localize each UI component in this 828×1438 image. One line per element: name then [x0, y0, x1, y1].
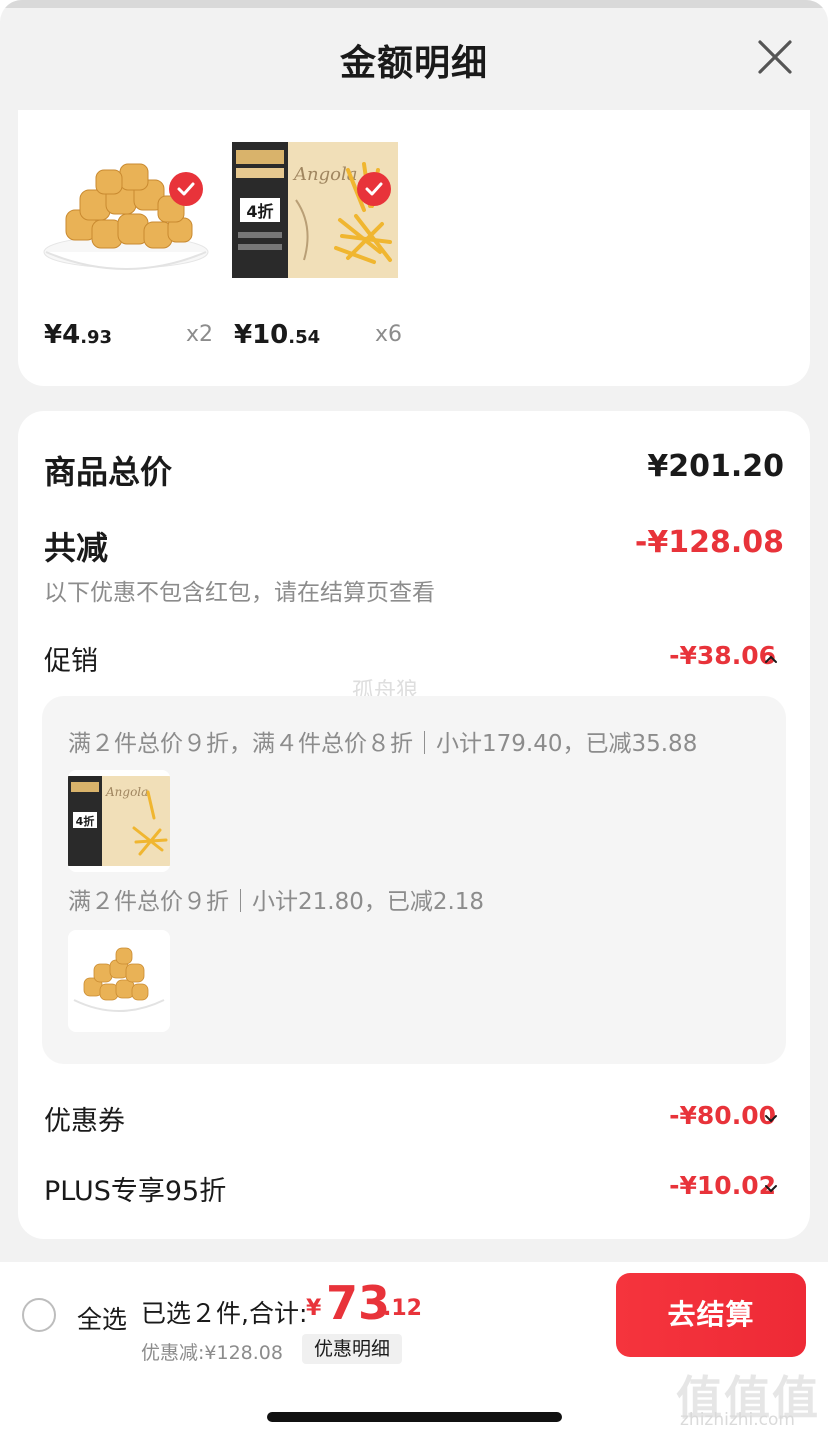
- svg-text:Angola: Angola: [292, 164, 357, 185]
- price-integer: ¥4: [44, 320, 81, 350]
- total-reduction-label: 共减: [44, 529, 109, 567]
- product-price: ¥4.93: [44, 320, 112, 350]
- svg-text:Angola: Angola: [105, 785, 148, 799]
- checkout-bar: 全选 已选２件,合计: ¥ 73 .12 优惠减:¥128.08 优惠明细 去结…: [0, 1262, 828, 1370]
- promotion-details-box: 满２件总价９折，满４件总价８折｜小计179.40，已减35.88 4折 Ango…: [42, 696, 786, 1064]
- promotion-thumb-fish-tofu[interactable]: [68, 930, 170, 1032]
- chevron-down-icon[interactable]: [762, 1179, 780, 1197]
- total-price-value: ¥201.20: [647, 449, 784, 484]
- amount-detail-sheet: 金额明细 ¥4.93 x2 4折 Angola ¥10.54 x6 商品总价 ¥…: [0, 0, 828, 1262]
- sum-currency: ¥: [306, 1296, 322, 1321]
- total-price-label: 商品总价: [44, 453, 173, 491]
- home-indicator-area: 值值值 zhizhizhi.com: [0, 1370, 828, 1438]
- promotion-value[interactable]: -¥38.06: [669, 641, 776, 670]
- product-quantity: x6: [375, 322, 403, 347]
- discount-detail-button[interactable]: 优惠明细: [302, 1334, 403, 1364]
- site-watermark-url: zhizhizhi.com: [680, 1410, 795, 1430]
- reduction-note: 以下优惠不包含红包，请在结算页查看: [44, 580, 435, 606]
- promotion-thumb-angola-fries[interactable]: 4折 Angola: [68, 770, 170, 872]
- home-indicator[interactable]: [267, 1412, 562, 1422]
- price-integer: ¥10: [234, 320, 289, 350]
- price-decimal: .93: [80, 327, 113, 348]
- promotion-label-text: 促销: [44, 646, 98, 677]
- chevron-up-icon[interactable]: [762, 651, 780, 669]
- selected-count-label: 已选２件,合计:: [141, 1299, 308, 1328]
- product-price: ¥10.54: [234, 320, 320, 350]
- chevron-down-icon[interactable]: [762, 1109, 780, 1127]
- site-watermark: 值值值 zhizhizhi.com: [676, 1370, 822, 1434]
- product-quantity: x2: [186, 322, 214, 347]
- price-decimal: .54: [288, 327, 321, 348]
- sheet-title: 金额明细: [339, 43, 488, 84]
- total-reduction-value: -¥128.08: [634, 525, 784, 560]
- promotion-rule-2: 满２件总价９折｜小计21.80，已减2.18: [68, 889, 485, 915]
- promotion-label[interactable]: 促销: [44, 639, 98, 678]
- sheet-header: 金额明细: [0, 0, 828, 110]
- amount-summary-card: 商品总价 ¥201.20 共减 -¥128.08 以下优惠不包含红包，请在结算页…: [18, 411, 810, 1239]
- coupon-label[interactable]: 优惠券: [44, 1099, 125, 1138]
- promotion-rule-1: 满２件总价９折，满４件总价８折｜小计179.40，已减35.88: [68, 731, 698, 757]
- checkout-button[interactable]: 去结算: [616, 1273, 806, 1357]
- coupon-value[interactable]: -¥80.00: [669, 1101, 776, 1130]
- product-image-angola-fries: 4折 Angola: [230, 140, 400, 280]
- checked-icon[interactable]: [169, 172, 203, 206]
- sum-decimal: .12: [383, 1296, 422, 1321]
- discount-summary: 优惠减:¥128.08: [141, 1342, 283, 1364]
- product-image-fish-tofu: [40, 140, 210, 280]
- select-all-radio[interactable]: [22, 1298, 56, 1332]
- plus-discount-value[interactable]: -¥10.02: [669, 1171, 776, 1200]
- svg-text:4折: 4折: [76, 814, 95, 828]
- svg-text:4折: 4折: [246, 202, 273, 221]
- product-card: ¥4.93 x2 4折 Angola ¥10.54 x6: [18, 110, 810, 386]
- plus-discount-label[interactable]: PLUS专享95折: [44, 1169, 226, 1208]
- sum-integer: 73: [326, 1276, 391, 1330]
- select-all-label[interactable]: 全选: [77, 1300, 127, 1336]
- checked-icon[interactable]: [357, 172, 391, 206]
- close-icon[interactable]: [752, 34, 798, 80]
